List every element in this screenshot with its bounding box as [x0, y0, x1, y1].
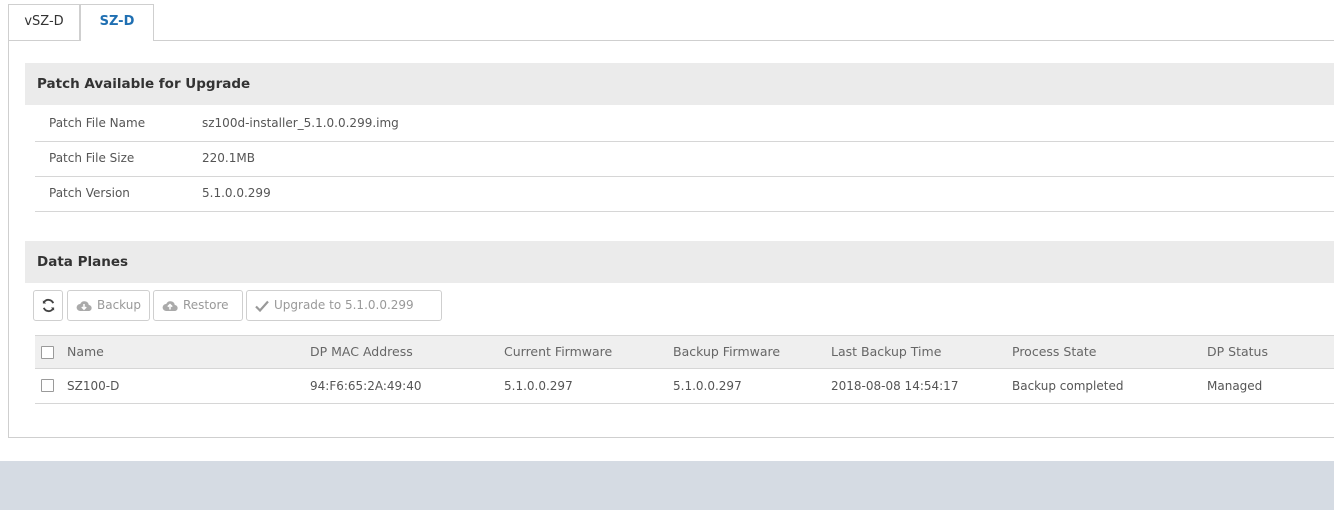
cell-dp-status: Managed [1207, 379, 1263, 393]
tab-sz-d[interactable]: SZ-D [80, 4, 154, 41]
patch-version-label: Patch Version [49, 186, 130, 200]
cell-current-firmware: 5.1.0.0.297 [504, 379, 573, 393]
cell-name: SZ100-D [67, 379, 120, 393]
column-header-dp-status[interactable]: DP Status [1207, 336, 1268, 368]
patch-file-name-label: Patch File Name [49, 116, 146, 130]
cell-process-state: Backup completed [1012, 379, 1124, 393]
footer-bar [0, 461, 1334, 510]
patch-file-size-value: 220.1MB [202, 151, 255, 165]
restore-button[interactable]: Restore [153, 290, 243, 321]
cell-backup-firmware: 5.1.0.0.297 [673, 379, 742, 393]
column-header-last-backup-time[interactable]: Last Backup Time [831, 336, 941, 368]
patch-file-size-row: Patch File Size 220.1MB [35, 141, 1334, 177]
column-header-dp-mac[interactable]: DP MAC Address [310, 336, 413, 368]
refresh-button[interactable] [33, 290, 63, 321]
column-header-backup-firmware[interactable]: Backup Firmware [673, 336, 780, 368]
data-planes-section-title: Data Planes [25, 241, 1334, 283]
upgrade-label: Upgrade to 5.1.0.0.299 [274, 298, 414, 312]
table-row[interactable]: SZ100-D 94:F6:65:2A:49:40 5.1.0.0.297 5.… [35, 369, 1334, 404]
row-checkbox[interactable] [41, 379, 54, 392]
backup-button[interactable]: Backup [67, 290, 150, 321]
cell-dp-mac: 94:F6:65:2A:49:40 [310, 379, 422, 393]
data-planes-table-header: Name DP MAC Address Current Firmware Bac… [35, 335, 1334, 369]
tab-bar: vSZ-D SZ-D [8, 0, 1334, 41]
cloud-download-icon [76, 299, 92, 312]
patch-file-size-label: Patch File Size [49, 151, 135, 165]
tab-vsz-d[interactable]: vSZ-D [8, 4, 80, 40]
column-header-current-firmware[interactable]: Current Firmware [504, 336, 612, 368]
upgrade-button[interactable]: Upgrade to 5.1.0.0.299 [246, 290, 442, 321]
cell-last-backup-time: 2018-08-08 14:54:17 [831, 379, 959, 393]
patch-section-title: Patch Available for Upgrade [25, 63, 1334, 105]
patch-version-row: Patch Version 5.1.0.0.299 [35, 176, 1334, 212]
patch-file-name-value: sz100d-installer_5.1.0.0.299.img [202, 116, 399, 130]
column-header-name[interactable]: Name [67, 336, 104, 368]
patch-version-value: 5.1.0.0.299 [202, 186, 271, 200]
select-all-checkbox[interactable] [41, 346, 54, 359]
restore-label: Restore [183, 298, 229, 312]
patch-file-name-row: Patch File Name sz100d-installer_5.1.0.0… [35, 106, 1334, 142]
refresh-icon [41, 298, 56, 313]
column-header-process-state[interactable]: Process State [1012, 336, 1096, 368]
cloud-upload-icon [162, 299, 178, 312]
checkmark-icon [255, 300, 269, 312]
backup-label: Backup [97, 298, 141, 312]
